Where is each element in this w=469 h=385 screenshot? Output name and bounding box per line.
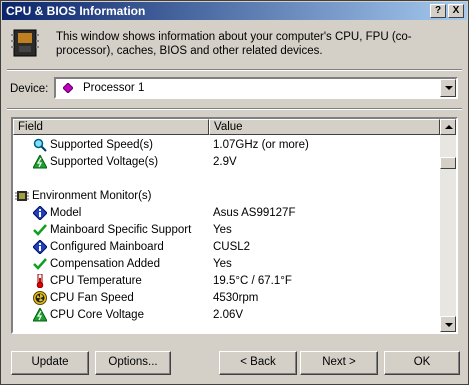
scroll-up-button[interactable] (440, 119, 456, 135)
row-field: Supported Voltage(s) (50, 156, 159, 168)
row-value: 2.06V (213, 309, 244, 321)
scroll-down-button[interactable] (440, 316, 456, 332)
options-button[interactable]: Options... (95, 351, 171, 375)
close-button[interactable]: X (448, 4, 464, 18)
chip-icon (15, 189, 29, 203)
scroll-thumb[interactable] (440, 157, 456, 169)
row-value: 1.07GHz (or more) (213, 139, 309, 151)
row-value: 4530rpm (213, 292, 259, 304)
info-description: This window shows information about your… (56, 31, 412, 57)
row-field: Environment Monitor(s) (32, 190, 152, 202)
cpu-bios-dialog: CPU & BIOS Information ? X This window s… (0, 0, 469, 385)
table-row[interactable]: Compensation Added Yes (13, 256, 438, 273)
row-value: Yes (213, 224, 232, 236)
row-value: CUSL2 (213, 241, 251, 253)
column-header-field[interactable]: Field (13, 119, 209, 135)
voltage-icon (32, 306, 48, 322)
voltage-icon (32, 153, 48, 169)
back-button[interactable]: < Back (219, 351, 297, 375)
info-icon (32, 205, 48, 221)
table-row[interactable]: Supported Speed(s) 1.07GHz (or more) (13, 137, 438, 154)
chevron-down-icon (445, 86, 453, 90)
next-button[interactable]: Next > (300, 351, 378, 375)
chevron-up-icon (445, 125, 453, 129)
device-select[interactable]: Processor 1 (54, 77, 458, 99)
row-field: Configured Mainboard (50, 241, 164, 253)
table-row[interactable]: CPU Core Voltage 2.06V (13, 306, 438, 324)
row-field: Compensation Added (50, 258, 160, 270)
fan-icon (33, 291, 47, 305)
row-value: Yes (213, 258, 232, 270)
table-row[interactable]: Supported Voltage(s) 2.9V (13, 153, 438, 171)
row-field: Model (50, 207, 82, 219)
row-field: Supported Speed(s) (50, 139, 153, 151)
update-button[interactable]: Update (11, 351, 89, 375)
magnifier-icon (33, 138, 47, 152)
row-field: Mainboard Specific Support (50, 224, 192, 236)
chevron-down-icon (445, 323, 453, 327)
info-icon (32, 239, 48, 255)
vertical-scrollbar[interactable] (440, 119, 456, 332)
row-value: Asus AS99127F (213, 207, 296, 219)
table-row[interactable]: Environment Monitor(s) (13, 188, 438, 205)
title-bar[interactable]: CPU & BIOS Information ? X (2, 2, 467, 20)
cpu-chip-icon (11, 29, 39, 57)
table-row[interactable]: CPU Temperature 19.5°C / 67.1°F (13, 273, 438, 290)
thermometer-icon (33, 273, 47, 289)
row-field: CPU Fan Speed (50, 292, 134, 304)
row-field: CPU Core Voltage (50, 309, 144, 321)
checkmark-icon (33, 223, 47, 237)
help-button[interactable]: ? (430, 4, 446, 18)
table-row[interactable]: CPU Fan Speed 4530rpm (13, 290, 438, 307)
table-row[interactable]: Configured Mainboard CUSL2 (13, 239, 438, 256)
device-label: Device: (10, 83, 49, 95)
divider (7, 69, 462, 71)
window-title: CPU & BIOS Information (6, 4, 146, 18)
checkmark-icon (33, 257, 47, 271)
column-header-value[interactable]: Value (209, 119, 440, 135)
row-value: 19.5°C / 67.1°F (213, 275, 292, 287)
table-row[interactable]: Model Asus AS99127F (13, 205, 438, 222)
processor-diamond-icon (63, 83, 73, 93)
info-list[interactable]: Field Value Supported Speed(s) 1.07GHz (o… (11, 117, 458, 334)
divider (7, 108, 462, 110)
row-field: CPU Temperature (50, 275, 142, 287)
row-value: 2.9V (213, 156, 237, 168)
table-row[interactable]: Mainboard Specific Support Yes (13, 222, 438, 239)
device-select-value: Processor 1 (83, 82, 145, 94)
device-dropdown-button[interactable] (440, 79, 456, 97)
ok-button[interactable]: OK (384, 351, 460, 375)
